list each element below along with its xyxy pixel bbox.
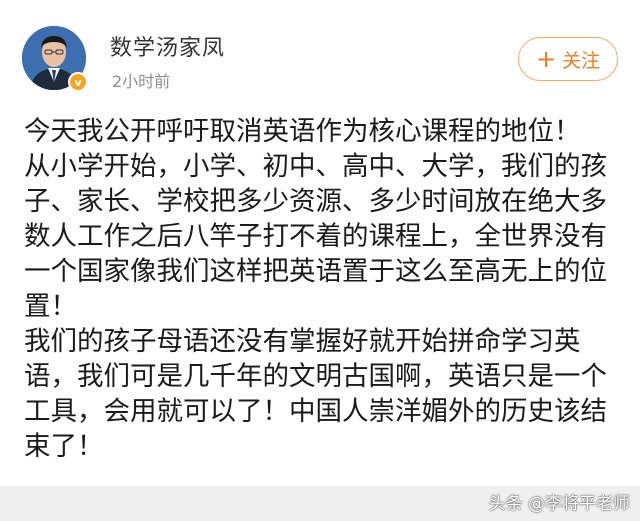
watermark: 头条 @李将平老师 [488, 494, 630, 514]
follow-button[interactable]: + 关注 [518, 37, 618, 81]
post-paragraph: 从小学开始，小学、初中、高中、大学，我们的孩子、家长、学校把多少资源、多少时间放… [24, 151, 607, 322]
username[interactable]: 数学汤家凤 [110, 30, 225, 62]
post-body: 今天我公开呼吁取消英语作为核心课程的地位！ 从小学开始，小学、初中、高中、大学，… [24, 114, 624, 464]
post-paragraph: 今天我公开呼吁取消英语作为核心课程的地位！ [24, 116, 581, 147]
plus-icon: + [535, 45, 557, 73]
weibo-post: v 数学汤家凤 2小时前 + 关注 今天我公开呼吁取消英语作为核心课程的地位！ … [0, 0, 640, 521]
follow-label: 关注 [562, 49, 601, 72]
verified-badge-icon: v [68, 72, 88, 92]
post-timestamp: 2小时前 [112, 72, 171, 91]
post-header: v 数学汤家凤 2小时前 + 关注 [0, 0, 640, 110]
post-paragraph: 我们的孩子母语还没有掌握好就开始拼命学习英语，我们可是几千年的文明古国啊，英语只… [24, 326, 607, 462]
